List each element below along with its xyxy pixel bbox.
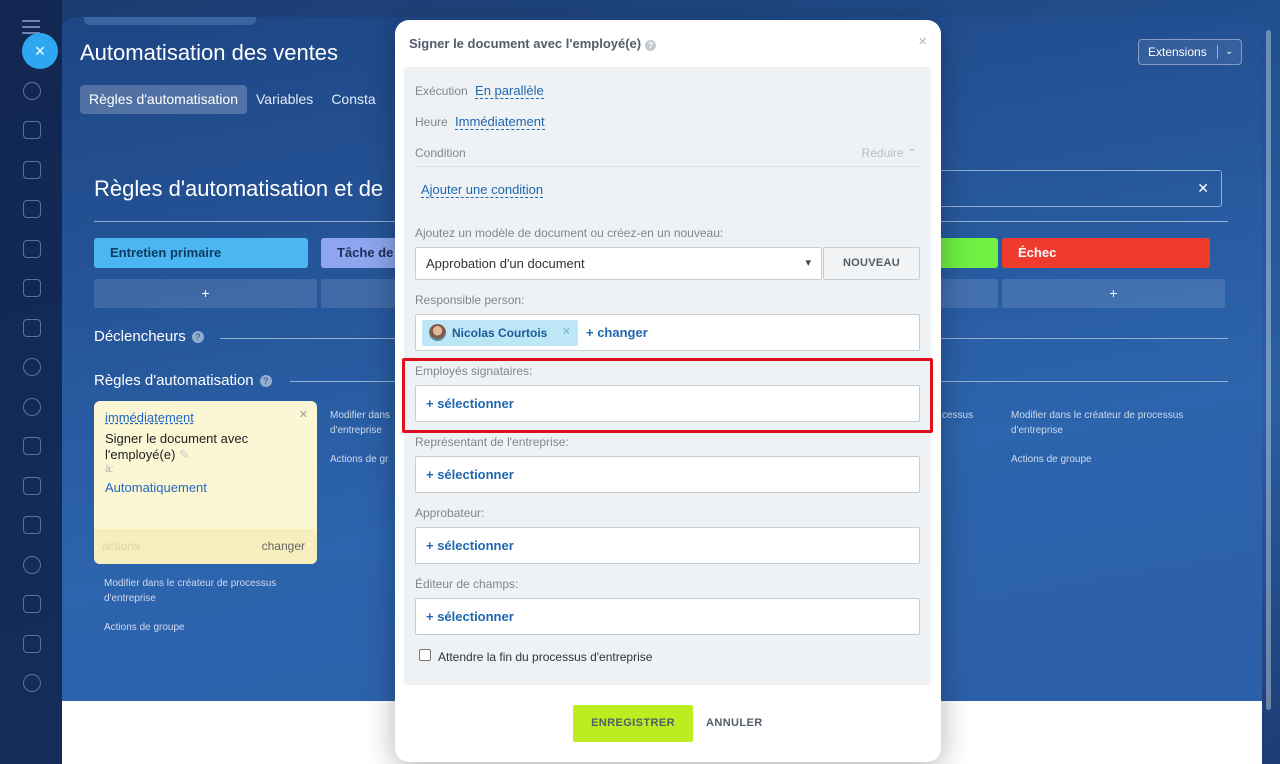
rule-change-link[interactable]: changer (262, 539, 305, 553)
drive-icon[interactable] (23, 279, 41, 297)
extensions-button[interactable]: Extensions ⌄ (1138, 39, 1242, 65)
help-icon[interactable]: ? (259, 375, 272, 387)
save-button[interactable]: ENREGISTRER (573, 705, 693, 742)
tasks-icon[interactable] (23, 161, 41, 179)
execution-mode-link[interactable]: En parallèle (475, 83, 544, 99)
rule-timing-link[interactable]: immédiatement (105, 410, 194, 425)
change-user-link[interactable]: + changer (586, 325, 648, 340)
activity-icon[interactable] (23, 82, 41, 100)
avatar (429, 324, 446, 341)
group-actions-link-4[interactable]: Actions de groupe (1011, 452, 1092, 467)
time-link[interactable]: Immédiatement (455, 114, 545, 130)
mail-icon[interactable] (23, 319, 41, 337)
modify-in-designer-link-3[interactable]: cessus (942, 408, 973, 423)
contacts-icon[interactable] (23, 358, 41, 376)
user-name: Nicolas Courtois (452, 326, 548, 340)
add-condition-link[interactable]: Ajouter une condition (421, 182, 544, 198)
stage-tache[interactable]: Tâche de (321, 238, 401, 268)
scrollbar[interactable] (1266, 30, 1271, 710)
cancel-button[interactable]: ANNULER (706, 705, 763, 742)
company-rep-field[interactable]: + sélectionner (415, 456, 920, 493)
stage-entretien-primaire[interactable]: Entretien primaire (94, 238, 308, 268)
add-trigger-button[interactable]: + (94, 279, 317, 308)
sites-icon[interactable] (23, 437, 41, 455)
calendar-icon[interactable] (23, 200, 41, 218)
dialog-title: Signer le document avec l'employé(e)? (409, 36, 657, 51)
clear-icon[interactable]: ✕ (1197, 180, 1209, 197)
field-editor-field[interactable]: + sélectionner (415, 598, 920, 635)
document-icon[interactable] (23, 240, 41, 258)
approver-field[interactable]: + sélectionner (415, 527, 920, 564)
remove-user-icon[interactable]: ✕ (562, 325, 571, 338)
template-select[interactable]: Approbation d'un document ▾ (415, 247, 822, 280)
close-icon[interactable]: × (918, 33, 927, 50)
template-label: Ajoutez un modèle de document ou créez-e… (415, 226, 724, 240)
time-row: Heure Immédiatement (415, 114, 545, 130)
screen-icon[interactable] (23, 635, 41, 653)
approver-label: Approbateur: (415, 506, 485, 520)
section-title: Règles d'automatisation et de (94, 176, 384, 201)
chat-icon[interactable] (23, 121, 41, 139)
stage-echec[interactable]: Échec (1002, 238, 1210, 268)
rule-to-label: à: (105, 464, 114, 475)
wait-checkbox-label: Attendre la fin du processus d'entrepris… (438, 650, 653, 664)
responsible-label: Responsible person: (415, 293, 525, 307)
filter-icon[interactable] (23, 516, 41, 534)
add-trigger-button-4[interactable]: + (1002, 279, 1225, 308)
chevron-down-icon[interactable]: ⌄ (1225, 40, 1233, 64)
tab-automation-rules[interactable]: Règles d'automatisation (80, 85, 247, 114)
execution-row: Exécution En parallèle (415, 83, 544, 99)
group-actions-link-2[interactable]: Actions de gr (330, 452, 400, 467)
menu-icon[interactable] (22, 20, 40, 34)
extensions-label: Extensions (1148, 45, 1207, 59)
user-chip[interactable]: Nicolas Courtois ✕ (422, 320, 578, 346)
wait-checkbox[interactable] (419, 649, 431, 661)
tab-variables[interactable]: Variables (247, 85, 322, 114)
modify-in-designer-link[interactable]: Modifier dans le créateur de processus d… (104, 576, 304, 606)
search-input[interactable]: ✕ (922, 170, 1222, 207)
field-editor-label: Éditeur de champs: (415, 577, 519, 591)
reduce-toggle[interactable]: Réduire ⌃ (862, 146, 917, 160)
group-actions-link[interactable]: Actions de groupe (104, 620, 185, 635)
select-company-rep-link[interactable]: + sélectionner (426, 467, 514, 482)
left-rail: × (0, 0, 62, 764)
close-slider-icon[interactable]: × (22, 33, 58, 69)
slider-top-tab (84, 17, 256, 25)
select-approver-link[interactable]: + sélectionner (426, 538, 514, 553)
triggers-title: Déclencheurs? (94, 328, 204, 345)
tabs: Règles d'automatisation Variables Consta (80, 85, 385, 114)
rules-title: Règles d'automatisation? (94, 372, 272, 389)
help-icon[interactable]: ? (191, 331, 204, 343)
rule-text: Signer le document avec l'employé(e) ✎ (105, 431, 249, 462)
box-icon[interactable] (23, 556, 41, 574)
rule-actions: actions (102, 539, 141, 553)
more-icon[interactable] (23, 674, 41, 692)
condition-label: Condition (415, 146, 466, 160)
edit-icon[interactable]: ✎ (179, 447, 190, 462)
rule-target-link[interactable]: Automatiquement (105, 480, 207, 495)
select-field-editor-link[interactable]: + sélectionner (426, 609, 514, 624)
highlight-box (402, 358, 933, 433)
delete-rule-icon[interactable]: ✕ (299, 408, 308, 421)
new-template-button[interactable]: NOUVEAU (823, 247, 920, 280)
chevron-down-icon: ▾ (805, 257, 811, 269)
add-trigger-button-2[interactable] (321, 279, 401, 308)
crm-icon[interactable] (23, 398, 41, 416)
cart-icon[interactable] (23, 595, 41, 613)
help-icon[interactable]: ? (645, 40, 657, 51)
chevron-up-icon: ⌃ (906, 146, 917, 160)
modify-in-designer-link-2[interactable]: Modifier dans d'entreprise (330, 408, 400, 438)
responsible-field[interactable]: Nicolas Courtois ✕ + changer (415, 314, 920, 351)
checklist-icon[interactable] (23, 477, 41, 495)
modify-in-designer-link-4[interactable]: Modifier dans le créateur de processus d… (1011, 408, 1216, 438)
company-rep-label: Représentant de l'entreprise: (415, 435, 569, 449)
page-title: Automatisation des ventes (80, 40, 339, 65)
tab-constants[interactable]: Consta (322, 85, 384, 114)
rule-card[interactable]: immédiatement ✕ Signer le document avec … (94, 401, 317, 564)
